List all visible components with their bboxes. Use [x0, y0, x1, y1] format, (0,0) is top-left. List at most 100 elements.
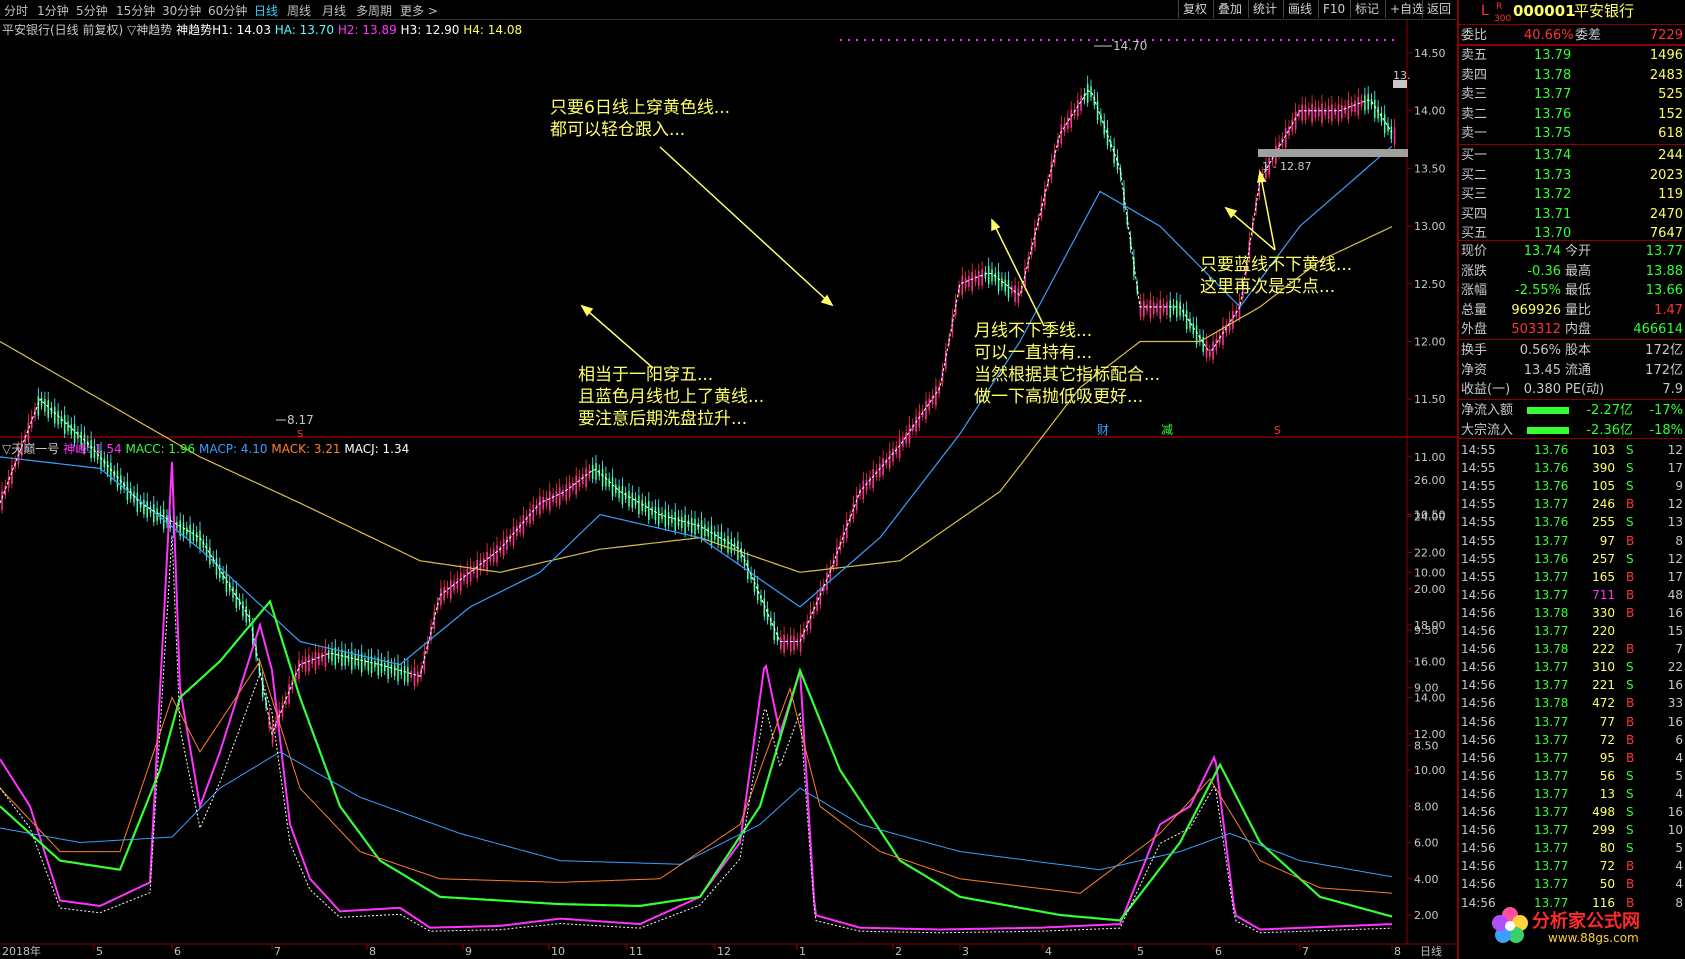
- level-price: 13.78: [1534, 67, 1572, 83]
- separator: [1459, 44, 1685, 45]
- stat-row: 收益(一) 0.380 PE(动) 7.9: [1459, 380, 1685, 399]
- tick-count: 16: [1667, 678, 1683, 693]
- tick-count: 16: [1667, 805, 1683, 819]
- tick-volume: 103: [1592, 443, 1615, 457]
- stat-row: 涨幅 -2.55% 最低 13.66: [1459, 281, 1685, 300]
- xtick-label: 4: [1045, 945, 1052, 958]
- tick-count: 12: [1667, 443, 1683, 457]
- tick-side: B: [1626, 696, 1635, 711]
- marker-reduce[interactable]: 减: [1161, 423, 1173, 437]
- tick-price: 13.77: [1534, 497, 1569, 512]
- tick-price: 13.78: [1534, 605, 1569, 620]
- tick-count: 10: [1667, 823, 1683, 838]
- tick-row: 14:56 13.77 13 S 4: [1459, 785, 1685, 803]
- macp-line: [0, 751, 1393, 878]
- stat-value: -2.55%: [1515, 283, 1561, 298]
- stat-value: 466614: [1633, 322, 1683, 337]
- ytick-label: 8.50: [1414, 739, 1439, 752]
- stat-label: 内盘: [1565, 322, 1592, 337]
- stat-label: 外盘: [1461, 322, 1488, 337]
- ytick-label: 26.00: [1414, 474, 1446, 487]
- chart-canvas[interactable]: 1 - 12.87 14.70 8.17 13. 财 减 S S 14.5014…: [0, 0, 1456, 959]
- stat-value: 13.88: [1645, 263, 1683, 279]
- main-yaxis: 14.50 14.00 13.50 13.00 12.50 12.00 11.50 11.00…: [1407, 47, 1446, 752]
- ytick-label: 12.50: [1414, 278, 1446, 291]
- tick-side: S: [1626, 768, 1634, 783]
- tick-time: 14:55: [1461, 461, 1496, 476]
- sell-level: 卖四 13.78 2483: [1459, 66, 1685, 85]
- tick-price: 13.77: [1534, 714, 1569, 729]
- ytick-label: 12.00: [1414, 728, 1446, 741]
- tick-side: B: [1626, 877, 1635, 892]
- stat-value: 969926: [1511, 302, 1561, 318]
- tick-count: 16: [1667, 714, 1683, 729]
- annotation-line: 这里再次是买点...: [1200, 277, 1336, 297]
- tick-count: 22: [1667, 660, 1683, 675]
- ytick-label: 14.50: [1414, 47, 1446, 60]
- tick-row: 14:55 13.77 246 B 12: [1459, 495, 1685, 513]
- marker-s[interactable]: S: [1274, 424, 1281, 437]
- annotation-line: 只要6日线上穿黄色线...: [550, 98, 731, 118]
- tick-row: 14:56 13.77 221 S 16: [1459, 676, 1685, 694]
- watermark-url: www.88gs.com: [1548, 931, 1639, 945]
- buy-level: 买三 13.72 119: [1459, 185, 1685, 204]
- xtick-label: 6: [174, 945, 181, 958]
- tick-time: 14:56: [1461, 678, 1496, 693]
- tick-side: B: [1626, 605, 1635, 620]
- flow-row: 大宗流入 -2.36亿 -18%: [1459, 421, 1685, 440]
- stock-prefix: L: [1481, 3, 1489, 19]
- tick-price: 13.77: [1534, 660, 1569, 675]
- tick-row: 14:55 13.76 105 S 9: [1459, 477, 1685, 495]
- tick-side: S: [1626, 805, 1634, 819]
- ytick-label: 11.00: [1414, 451, 1446, 464]
- stock-code: 000001: [1513, 2, 1576, 20]
- tick-side: S: [1626, 551, 1634, 566]
- stat-value: 0.56%: [1519, 343, 1561, 358]
- annotation-one-yang: 相当于一阳穿五... 且蓝色月线也上了黄线... 要注意后期洗盘拉升...: [578, 364, 764, 430]
- tick-price: 13.77: [1534, 678, 1569, 693]
- tick-count: 12: [1667, 551, 1683, 566]
- tick-price: 13.77: [1534, 805, 1569, 819]
- tick-time: 14:55: [1461, 515, 1496, 530]
- ytick-label: 4.00: [1414, 873, 1439, 886]
- separator: [1459, 399, 1685, 400]
- marker-s-low[interactable]: S: [297, 429, 303, 440]
- stat-label: 量比: [1565, 302, 1592, 318]
- tick-volume: 97: [1599, 533, 1615, 548]
- xtick-label: 9: [465, 945, 472, 958]
- tick-count: 15: [1667, 624, 1683, 638]
- tick-side: S: [1626, 678, 1634, 693]
- tick-row: 14:55 13.77 165 B 17: [1459, 568, 1685, 586]
- flower-icon: [1492, 907, 1528, 943]
- tick-row: 14:56 13.77 56 S 5: [1459, 767, 1685, 785]
- flow-bar: [1527, 407, 1569, 414]
- sub-indicator-info: ▽天巅一号 神峰: 1.54 MACC: 1.96 MACP: 4.10 MAC…: [2, 440, 409, 457]
- level-price: 13.72: [1534, 187, 1572, 202]
- tick-volume: 95: [1599, 750, 1615, 765]
- tick-volume: 299: [1592, 823, 1615, 838]
- tick-count: 4: [1675, 877, 1683, 892]
- tick-time: 14:56: [1461, 786, 1496, 801]
- level-price: 13.77: [1534, 87, 1572, 102]
- tick-count: 17: [1667, 461, 1683, 476]
- tick-time: 14:56: [1461, 605, 1496, 620]
- annotation-line: 当然根据其它指标配合...: [974, 365, 1161, 385]
- mack-line: [0, 660, 1393, 894]
- level-price: 13.75: [1534, 126, 1572, 141]
- tick-time: 14:56: [1461, 587, 1496, 602]
- price-band: [1258, 149, 1408, 157]
- flow-percent: -18%: [1649, 422, 1683, 438]
- level-label: 卖二: [1461, 106, 1488, 122]
- flow-label: 净流入额: [1461, 403, 1514, 418]
- marker-financial[interactable]: 财: [1097, 423, 1109, 437]
- ytick-label: 10.00: [1414, 566, 1446, 579]
- tick-count: 5: [1675, 768, 1683, 783]
- tick-price: 13.77: [1534, 569, 1569, 584]
- tick-row: 14:55 13.76 103 S 12: [1459, 441, 1685, 459]
- stat-row: 净资 13.45 流通 172亿: [1459, 361, 1685, 380]
- level-label: 买二: [1461, 167, 1488, 183]
- annotation-buy-point: 只要蓝线不下黄线... 这里再次是买点...: [1200, 254, 1352, 298]
- sub-indicator-name[interactable]: ▽天巅一号: [2, 442, 59, 456]
- flow-value: -2.27亿: [1586, 403, 1633, 418]
- level-label: 卖五: [1461, 48, 1488, 63]
